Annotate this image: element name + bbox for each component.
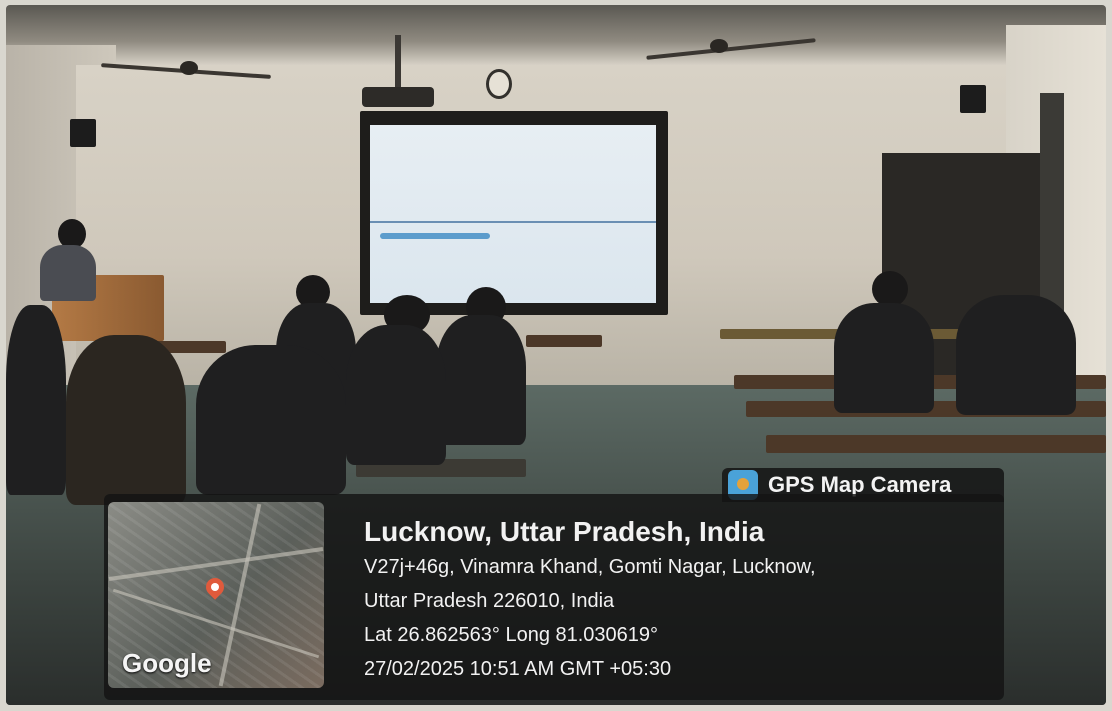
student: [196, 345, 346, 495]
location-details: Lucknow, Uttar Pradesh, India V27j+46g, …: [364, 514, 994, 686]
projector-mount: [395, 35, 401, 89]
map-provider-logo: Google: [122, 648, 212, 678]
student: [436, 315, 526, 445]
address-line-2: Uttar Pradesh 226010, India: [364, 590, 615, 612]
wall-clock: [486, 69, 512, 99]
projected-slide: [370, 125, 656, 303]
desk-row: [766, 435, 1106, 453]
ceiling: [6, 5, 1106, 65]
student: [834, 303, 934, 413]
slide-divider: [370, 221, 656, 223]
student-head: [872, 271, 908, 307]
projection-screen: [360, 111, 668, 315]
map-road: [218, 503, 262, 687]
map-pin-icon: [202, 574, 228, 600]
student: [66, 335, 186, 505]
projector: [362, 87, 434, 107]
wall-speaker-left: [70, 119, 96, 147]
desk-row: [526, 335, 602, 347]
student: [956, 295, 1076, 415]
wall-speaker-right: [960, 85, 986, 113]
presenter: [40, 245, 96, 301]
student: [6, 305, 66, 495]
ceiling-fan-left-hub: [180, 61, 198, 75]
address-line-1: V27j+46g, Vinamra Khand, Gomti Nagar, Lu…: [364, 556, 816, 578]
map-road: [108, 546, 324, 582]
place-name: Lucknow, Uttar Pradesh, India: [364, 516, 765, 547]
timestamp: 27/02/2025 10:51 AM GMT +05:30: [364, 658, 672, 680]
location-map-thumbnail: Google: [108, 502, 324, 688]
slide-highlight: [380, 233, 490, 239]
gps-coordinates: Lat 26.862563° Long 81.030619°: [364, 624, 659, 646]
ceiling-fan-right-hub: [710, 39, 728, 53]
student: [346, 325, 446, 465]
